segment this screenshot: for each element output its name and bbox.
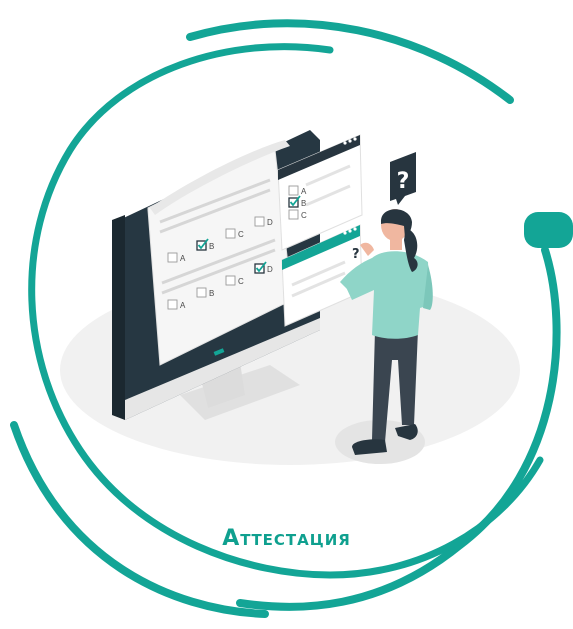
popup-option-label: B [301, 199, 306, 208]
answer-checkbox [196, 287, 207, 298]
arc-top [186, 19, 514, 104]
answer-checkbox [254, 216, 265, 227]
answer-checkbox [167, 299, 178, 310]
popup-option-label: C [301, 211, 307, 220]
answer-option-label: A [180, 301, 186, 310]
answer-checkbox [225, 275, 236, 286]
svg-text:?: ? [397, 169, 410, 194]
answer-option-label: D [267, 218, 273, 227]
page-title: Аттестация [222, 526, 351, 551]
answer-option-label: C [238, 277, 244, 286]
question-mark-bubble-icon: ? [390, 152, 416, 205]
answer-option-label: A [180, 254, 186, 263]
answer-option-label: B [209, 289, 214, 298]
answer-option-label: D [267, 265, 273, 274]
popup-options: ABC [288, 185, 307, 220]
tab-shape [524, 212, 573, 248]
popup-option-label: A [301, 187, 307, 196]
answer-checkbox [167, 252, 178, 263]
answer-option-label: C [238, 230, 244, 239]
answer-option-label: B [209, 242, 214, 251]
popup-checkbox [288, 209, 299, 220]
answer-checkbox [225, 228, 236, 239]
question-mark-icon: ? [352, 247, 360, 262]
popup-checkbox [288, 185, 299, 196]
